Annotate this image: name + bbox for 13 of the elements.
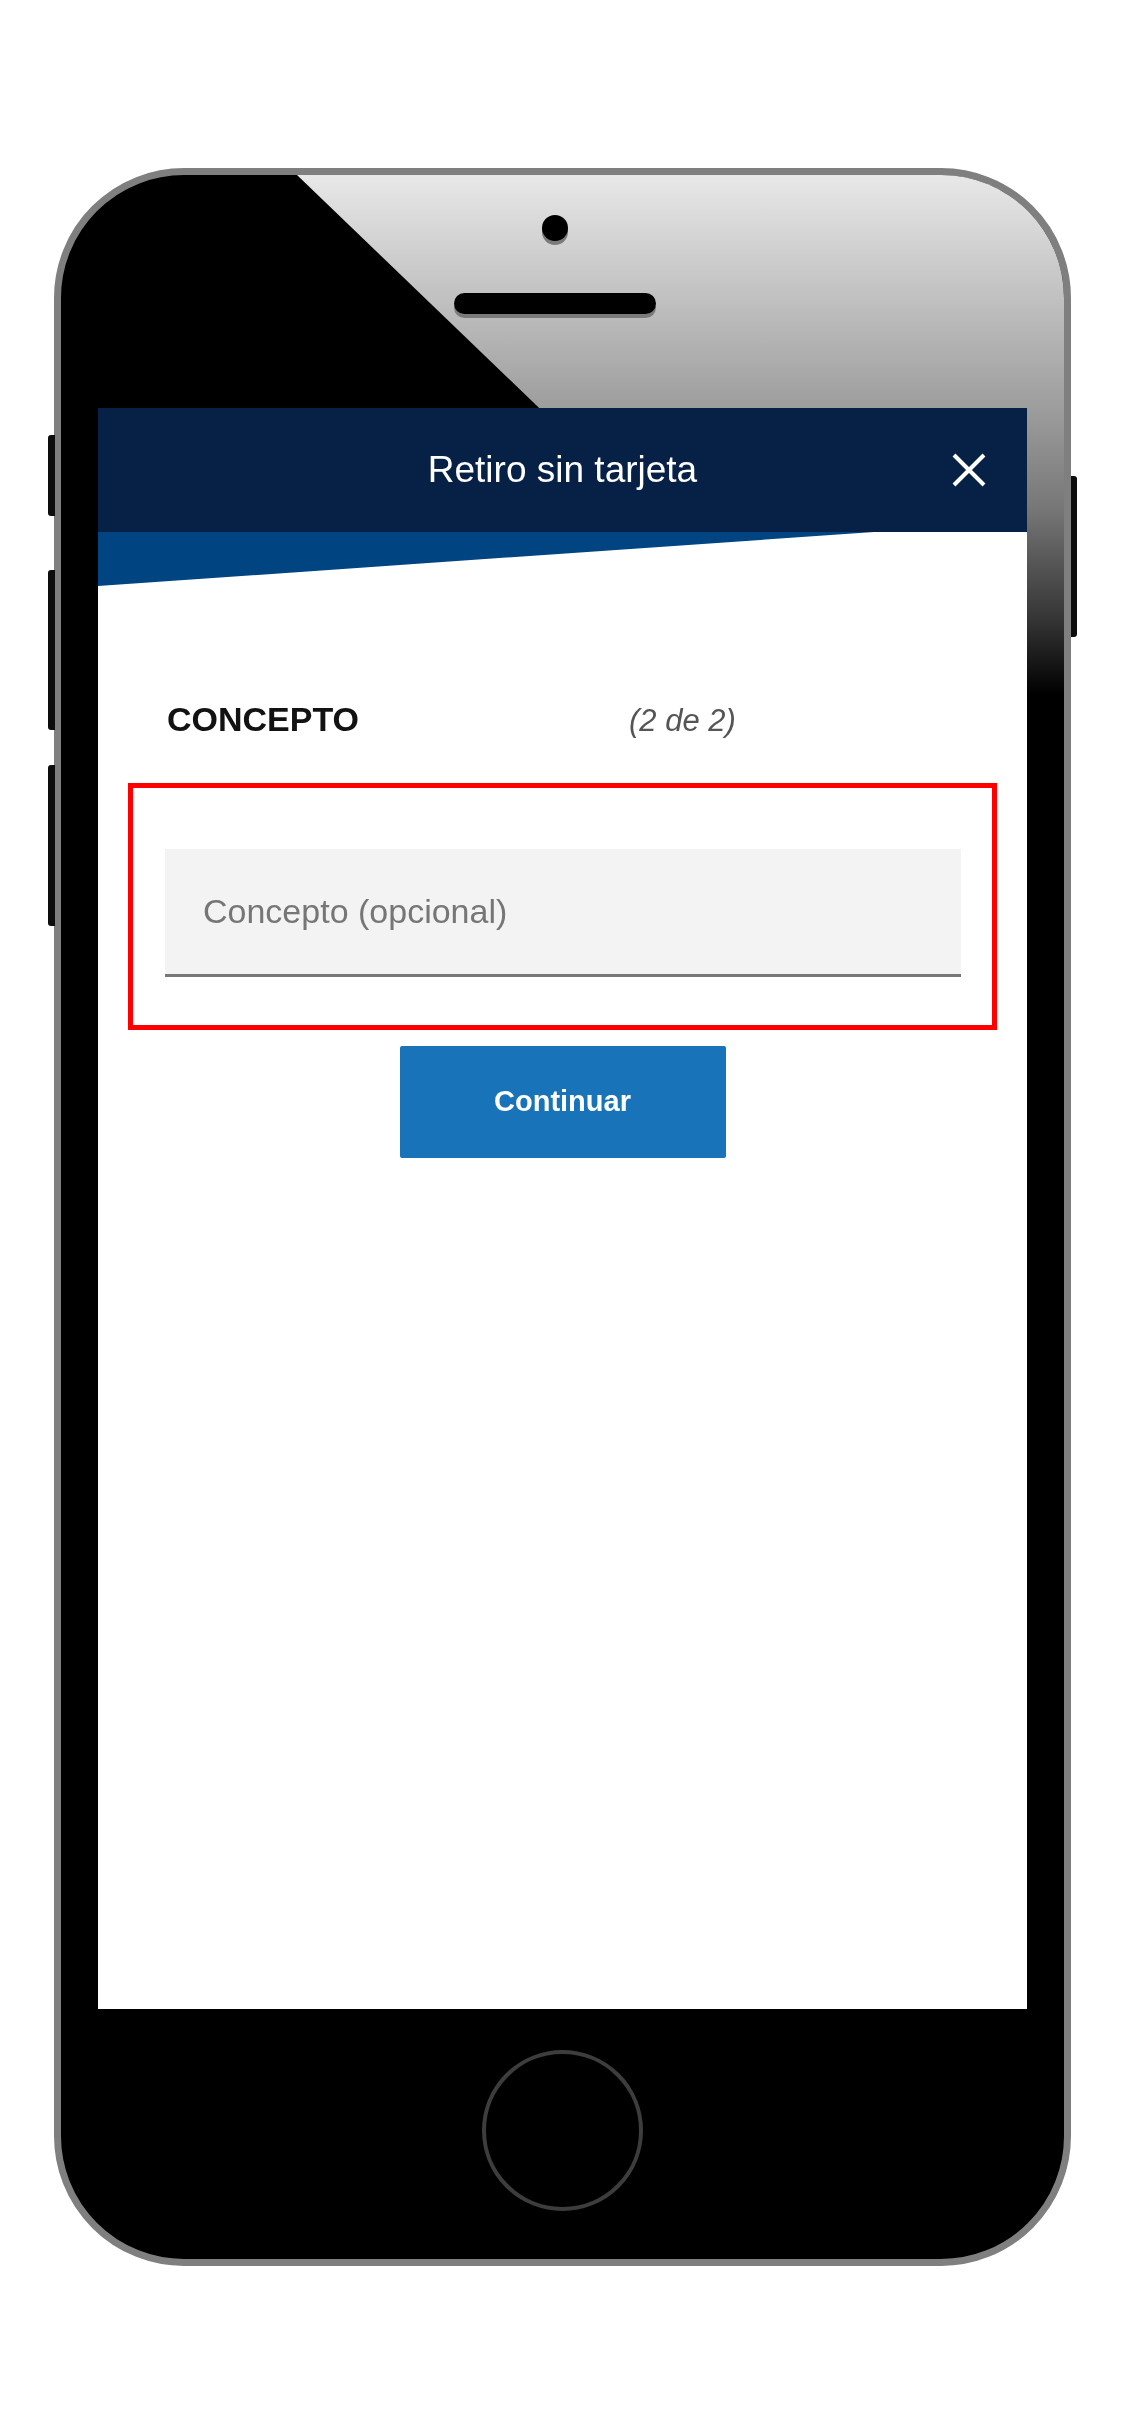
speaker-slot-icon [454,293,656,318]
section-title: CONCEPTO [167,699,361,740]
front-camera-icon [541,215,569,246]
close-button[interactable] [952,453,986,487]
side-button[interactable] [48,435,55,516]
side-button[interactable] [48,765,55,926]
side-button[interactable] [48,570,55,730]
header-title: Retiro sin tarjeta [427,447,698,492]
step-indicator: (2 de 2) [629,702,736,740]
continue-button[interactable]: Continuar [399,1045,726,1158]
close-icon [952,453,986,487]
concept-input[interactable]: Concepto (opcional) [165,848,961,977]
side-button[interactable] [1071,476,1077,637]
